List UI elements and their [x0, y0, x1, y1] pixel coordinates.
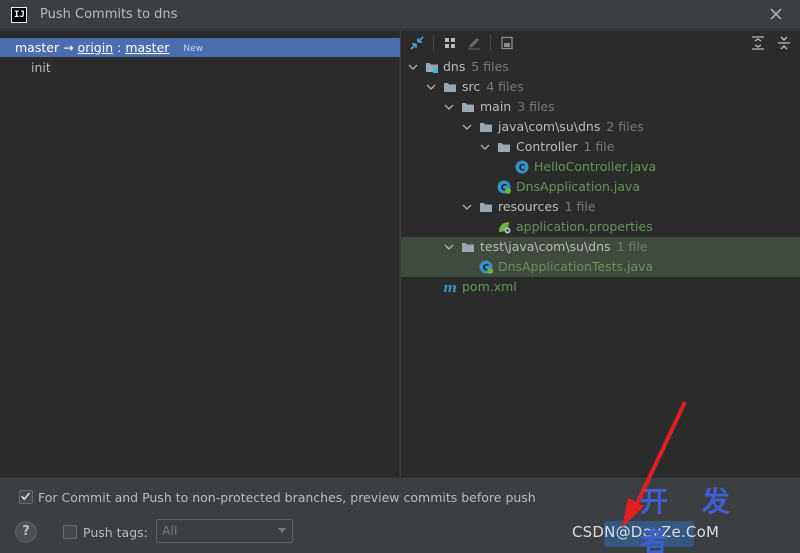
- remote-branch-link[interactable]: master: [125, 40, 169, 55]
- tree-node-application-properties[interactable]: application.properties: [401, 217, 800, 237]
- folder-icon: [444, 83, 456, 92]
- tree-label: test\java\com\su\dns: [480, 239, 611, 254]
- tree-label: HelloController.java: [534, 159, 657, 174]
- help-button[interactable]: ?: [15, 521, 37, 543]
- folder-icon: [498, 143, 510, 152]
- collapse-all-icon[interactable]: [776, 35, 792, 51]
- file-count: 5 files: [471, 59, 509, 74]
- file-count: 1 file: [616, 239, 648, 254]
- commit-item[interactable]: init: [31, 60, 51, 75]
- tree-node-main[interactable]: main 3 files: [401, 97, 800, 117]
- tree-node-resources[interactable]: resources 1 file: [401, 197, 800, 217]
- tags-select[interactable]: All: [156, 519, 293, 543]
- tree-node-pom[interactable]: m pom.xml: [401, 277, 800, 297]
- chevron-down-icon: [278, 528, 286, 533]
- edit-source-icon[interactable]: [466, 35, 482, 51]
- chevron-down-icon[interactable]: [407, 61, 419, 73]
- tree-label: pom.xml: [462, 279, 517, 294]
- push-tags-checkbox[interactable]: [63, 525, 77, 539]
- remote-link[interactable]: origin: [78, 40, 114, 55]
- svg-text:C: C: [519, 164, 526, 174]
- file-count: 4 files: [486, 79, 524, 94]
- chevron-down-icon[interactable]: [461, 201, 473, 213]
- java-class-icon: C: [515, 160, 529, 174]
- preview-diff-icon[interactable]: [499, 35, 515, 51]
- svg-text:m: m: [443, 281, 457, 294]
- preview-commits-checkbox[interactable]: [19, 490, 33, 504]
- local-branch: master: [15, 40, 60, 55]
- folder-icon: [462, 243, 474, 252]
- file-count: 1 file: [564, 199, 596, 214]
- file-count: 2 files: [606, 119, 644, 134]
- push-tags-label: Push tags:: [83, 525, 148, 540]
- tree-node-dnsapplicationtests[interactable]: C DnsApplicationTests.java: [401, 257, 800, 277]
- tree-label: src: [462, 79, 481, 94]
- folder-icon: [480, 123, 492, 132]
- commits-pane: master → origin : master New init: [0, 31, 400, 477]
- tags-select-value: All: [162, 523, 178, 538]
- chevron-down-icon[interactable]: [443, 101, 455, 113]
- tree-node-src[interactable]: src 4 files: [401, 77, 800, 97]
- spring-boot-class-icon: C: [479, 260, 493, 274]
- group-by-icon[interactable]: [442, 35, 458, 51]
- tree-label: dns: [443, 59, 466, 74]
- spring-properties-icon: [499, 222, 511, 234]
- tree-node-package[interactable]: java\com\su\dns 2 files: [401, 117, 800, 137]
- arrow-right-icon: →: [63, 40, 74, 55]
- branch-separator: :: [117, 40, 122, 55]
- chevron-down-icon[interactable]: [479, 141, 491, 153]
- tree-label: resources: [498, 199, 559, 214]
- tree-label: main: [480, 99, 512, 114]
- preview-commits-label: For Commit and Push to non-protected bra…: [38, 490, 536, 505]
- tree-node-dns[interactable]: dns 5 files: [401, 57, 800, 77]
- tree-label: DnsApplicationTests.java: [498, 259, 654, 274]
- intellij-logo-icon: IJ: [11, 7, 27, 23]
- chevron-down-icon[interactable]: [425, 81, 437, 93]
- spring-boot-class-icon: C: [497, 180, 511, 194]
- collapse-arrows-icon[interactable]: [409, 35, 425, 51]
- files-toolbar: [401, 31, 800, 55]
- branch-row[interactable]: master → origin : master New: [0, 38, 400, 57]
- file-count: 3 files: [517, 99, 555, 114]
- tree-node-controller[interactable]: Controller 1 file: [401, 137, 800, 157]
- tree-label: java\com\su\dns: [498, 119, 601, 134]
- window-title: Push Commits to dns: [40, 7, 178, 22]
- tree-label: Controller: [516, 139, 578, 154]
- file-count: 1 file: [583, 139, 615, 154]
- tree-node-test-package[interactable]: test\java\com\su\dns 1 file: [401, 237, 800, 257]
- tree-node-dnsapplication[interactable]: C DnsApplication.java: [401, 177, 800, 197]
- folder-icon: [462, 103, 474, 112]
- title-bar: IJ Push Commits to dns: [0, 0, 800, 30]
- close-icon[interactable]: [768, 6, 784, 22]
- folder-icon: [480, 203, 492, 212]
- tree-label: application.properties: [516, 219, 653, 234]
- red-arrow-annotation: [622, 401, 687, 528]
- module-folder-icon: [426, 63, 438, 73]
- checkmark-icon: [21, 492, 31, 501]
- expand-all-icon[interactable]: [750, 35, 766, 51]
- tree-label: DnsApplication.java: [516, 179, 641, 194]
- chevron-down-icon[interactable]: [443, 241, 455, 253]
- new-badge: New: [183, 44, 204, 54]
- tree-node-hellocontroller[interactable]: C HelloController.java: [401, 157, 800, 177]
- maven-icon: m: [443, 281, 457, 294]
- chevron-down-icon[interactable]: [461, 121, 473, 133]
